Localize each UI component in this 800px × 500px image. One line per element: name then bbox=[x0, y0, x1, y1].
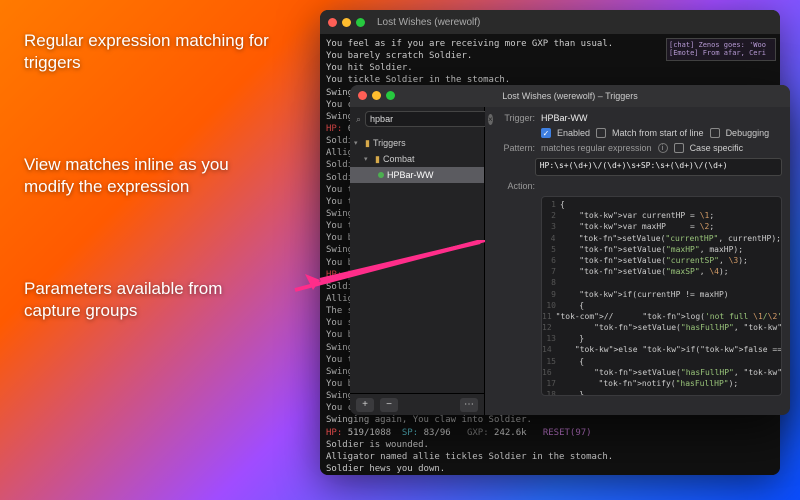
caption-3: Parameters available from capture groups bbox=[24, 278, 274, 322]
pattern-hint: matches regular expression bbox=[541, 143, 652, 153]
code-line: 5 "tok-fn">setValue("maxHP", maxHP); bbox=[542, 244, 781, 255]
tree-group[interactable]: ▾ ▮ Combat bbox=[350, 151, 484, 167]
folder-icon: ▮ bbox=[365, 138, 370, 149]
zoom-icon[interactable] bbox=[386, 91, 395, 100]
chat-line: [chat] Zenos goes: 'Woo bbox=[669, 41, 773, 49]
action-code-editor[interactable]: 1{2 "tok-kw">var currentHP = \1;3 "tok-k… bbox=[541, 196, 782, 396]
disclosure-icon[interactable]: ▾ bbox=[364, 155, 372, 163]
triggers-search-row: ⌕ × bbox=[350, 107, 484, 131]
terminal-line: Swinging again, You claw into Soldier. bbox=[326, 414, 774, 426]
case-label: Case specific bbox=[690, 143, 744, 153]
triggers-titlebar[interactable]: Lost Wishes (werewolf) – Triggers bbox=[350, 85, 790, 107]
main-window-titlebar[interactable]: Lost Wishes (werewolf) bbox=[320, 10, 780, 34]
match-start-checkbox[interactable] bbox=[596, 128, 606, 138]
caption-1: Regular expression matching for triggers bbox=[24, 30, 274, 74]
close-icon[interactable] bbox=[358, 91, 367, 100]
zoom-icon[interactable] bbox=[356, 18, 365, 27]
triggers-sidebar: ⌕ × ▾ ▮ Triggers ▾ ▮ Combat HPBar-WW bbox=[350, 107, 485, 415]
tree-root[interactable]: ▾ ▮ Triggers bbox=[350, 135, 484, 151]
enabled-dot-icon bbox=[378, 172, 384, 178]
code-line: 9 "tok-kw">if(currentHP != maxHP) bbox=[542, 289, 781, 300]
code-line: 11"tok-com">// "tok-fn">log('not full \1… bbox=[542, 311, 781, 322]
code-line: 17 "tok-fn">notify("hasFullHP"); bbox=[542, 378, 781, 389]
tree-root-label: Triggers bbox=[373, 138, 406, 148]
traffic-lights[interactable] bbox=[328, 18, 365, 27]
chat-line: [Emote] From afar, Ceri bbox=[669, 49, 773, 57]
terminal-line: Alligator named allie tickles Soldier in… bbox=[326, 451, 774, 463]
add-trigger-button[interactable]: + bbox=[356, 398, 374, 412]
traffic-lights[interactable] bbox=[358, 91, 395, 100]
chat-overlay: [chat] Zenos goes: 'Woo [Emote] From afa… bbox=[666, 38, 776, 61]
folder-icon: ▮ bbox=[375, 154, 380, 165]
code-line: 18 } bbox=[542, 389, 781, 396]
code-line: 6 "tok-fn">setValue("currentSP", \3); bbox=[542, 255, 781, 266]
terminal-line: Soldier is wounded. bbox=[326, 439, 774, 451]
code-line: 12 "tok-fn">setValue("hasFullHP", "tok-k… bbox=[542, 322, 781, 333]
clear-search-icon[interactable]: × bbox=[488, 114, 493, 125]
enabled-label: Enabled bbox=[557, 128, 590, 138]
pattern-input[interactable] bbox=[535, 158, 782, 176]
code-line: 13 } bbox=[542, 333, 781, 344]
minimize-icon[interactable] bbox=[372, 91, 381, 100]
tree-group-label: Combat bbox=[383, 154, 415, 164]
code-line: 3 "tok-kw">var maxHP = \2; bbox=[542, 221, 781, 232]
trigger-name-label: Trigger: bbox=[493, 113, 535, 123]
code-line: 2 "tok-kw">var currentHP = \1; bbox=[542, 210, 781, 221]
caption-2: View matches inline as you modify the ex… bbox=[24, 154, 274, 198]
code-line: 8 bbox=[542, 277, 781, 288]
code-line: 15 { bbox=[542, 356, 781, 367]
disclosure-icon[interactable]: ▾ bbox=[354, 139, 362, 147]
pattern-label: Pattern: bbox=[493, 143, 535, 153]
case-checkbox[interactable] bbox=[674, 143, 684, 153]
match-start-label: Match from start of line bbox=[612, 128, 704, 138]
trigger-detail-panel: Trigger: HPBar-WW ✓ Enabled Match from s… bbox=[485, 107, 790, 415]
minimize-icon[interactable] bbox=[342, 18, 351, 27]
code-line: 1{ bbox=[542, 199, 781, 210]
triggers-window: Lost Wishes (werewolf) – Triggers ⌕ × ▾ … bbox=[350, 85, 790, 415]
marketing-captions: Regular expression matching for triggers… bbox=[24, 30, 274, 323]
code-line: 16 "tok-fn">setValue("hasFullHP", "tok-k… bbox=[542, 367, 781, 378]
terminal-line: Soldier hews you down. bbox=[326, 463, 774, 475]
terminal-line: HP: 519/1088 SP: 83/96 GXP: 242.6k RESET… bbox=[326, 427, 774, 439]
info-icon[interactable]: i bbox=[658, 143, 668, 153]
code-line: 7 "tok-fn">setValue("maxSP", \4); bbox=[542, 266, 781, 277]
trigger-name-value: HPBar-WW bbox=[541, 113, 588, 123]
tree-item-selected[interactable]: HPBar-WW bbox=[350, 167, 484, 183]
tree-item-label: HPBar-WW bbox=[387, 170, 434, 180]
main-window-title: Lost Wishes (werewolf) bbox=[377, 17, 480, 28]
sidebar-settings-button[interactable]: ⋯ bbox=[460, 398, 478, 412]
enabled-checkbox[interactable]: ✓ bbox=[541, 128, 551, 138]
debugging-checkbox[interactable] bbox=[710, 128, 720, 138]
sidebar-bottombar: + − ⋯ bbox=[350, 393, 484, 415]
triggers-window-title: Lost Wishes (werewolf) – Triggers bbox=[502, 91, 638, 101]
code-line: 10 { bbox=[542, 300, 781, 311]
remove-trigger-button[interactable]: − bbox=[380, 398, 398, 412]
terminal-line: You hit Soldier. bbox=[326, 62, 774, 74]
triggers-search-input[interactable] bbox=[365, 111, 502, 127]
code-line: 14 "tok-kw">else "tok-kw">if("tok-kw">fa… bbox=[542, 344, 781, 355]
code-line: 4 "tok-fn">setValue("currentHP", current… bbox=[542, 233, 781, 244]
search-icon: ⌕ bbox=[356, 114, 361, 125]
debugging-label: Debugging bbox=[726, 128, 770, 138]
triggers-tree[interactable]: ▾ ▮ Triggers ▾ ▮ Combat HPBar-WW bbox=[350, 131, 484, 393]
action-label: Action: bbox=[493, 181, 535, 191]
close-icon[interactable] bbox=[328, 18, 337, 27]
